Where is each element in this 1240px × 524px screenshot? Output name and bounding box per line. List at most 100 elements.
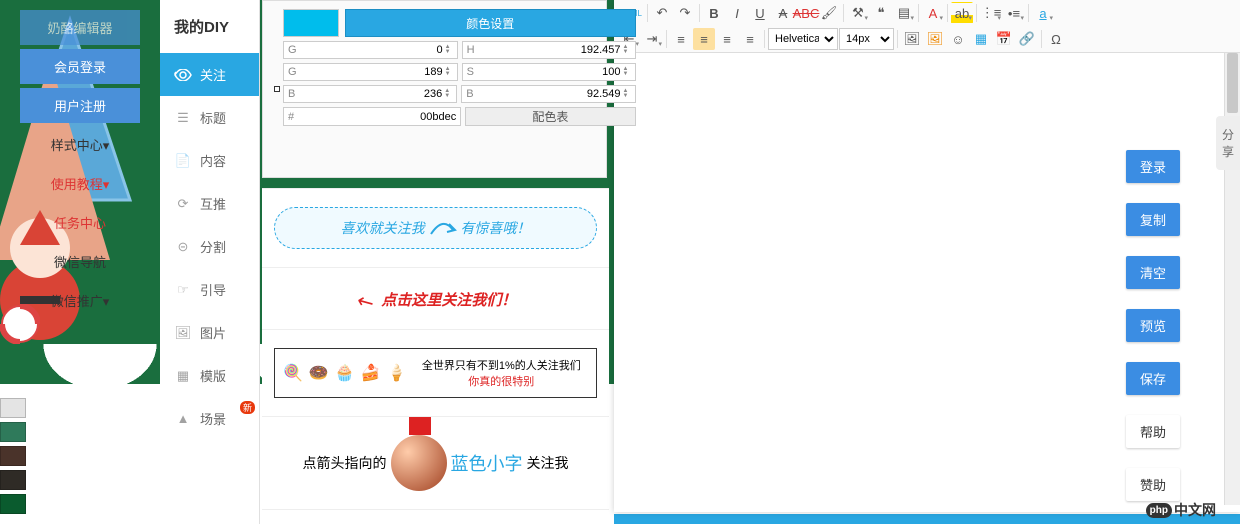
hex-field[interactable]: #	[283, 107, 461, 126]
arrow-curve-icon	[429, 220, 457, 238]
h-field[interactable]: H▲▼	[462, 41, 636, 59]
b-field[interactable]: B▲▼	[283, 85, 457, 103]
b2-field[interactable]: B▲▼	[461, 85, 635, 103]
theme-swatches	[0, 398, 30, 518]
strike2-button[interactable]: ABC	[795, 2, 817, 24]
diy-item-mutual[interactable]: ⟳ 互推	[160, 182, 259, 225]
bold-button[interactable]: B	[703, 2, 725, 24]
template-item-4[interactable]: 点箭头指向的 蓝色小字 关注我	[262, 417, 609, 510]
nav-tutorial[interactable]: 使用教程▾	[20, 166, 140, 201]
unordered-list-button[interactable]: •≡▾	[1003, 2, 1025, 24]
quote-button[interactable]: ❝	[870, 2, 892, 24]
insert-multi-image-button[interactable]: 🖼	[924, 28, 946, 50]
format-panel-button[interactable]: ▤▾	[893, 2, 915, 24]
diy-sidebar: 我的DIY 关注 ☰ 标题 📄 内容 ⟳ 互推 ⊝ 分割 ☞ 引导 🖼	[160, 0, 260, 524]
emoji-button[interactable]: ☺	[947, 28, 969, 50]
nav-wechat-nav[interactable]: 微信导航	[20, 244, 140, 279]
eye-icon	[174, 66, 192, 84]
preview-button[interactable]: 预览	[1126, 309, 1180, 342]
g-field[interactable]: G▲▼	[283, 41, 458, 59]
template-item-3[interactable]: 🍭🍩🧁🍰🍦 全世界只有不到1%的人关注我们 你真的很特别	[262, 330, 609, 417]
logo-badge: php	[1146, 503, 1172, 518]
template-icon: ▦	[174, 367, 192, 385]
nav-task-center[interactable]: 任务中心	[20, 205, 140, 240]
diy-item-title[interactable]: ☰ 标题	[160, 96, 259, 139]
special-char-button[interactable]: Ω	[1045, 28, 1067, 50]
diy-item-label: 标题	[200, 108, 226, 127]
italic-button[interactable]: I	[726, 2, 748, 24]
help-button[interactable]: 帮助	[1126, 415, 1180, 448]
template-item-1[interactable]: 喜欢就关注我 有惊喜哦！	[262, 189, 609, 268]
swatch-5[interactable]	[0, 494, 26, 514]
template-list[interactable]: 喜欢就关注我 有惊喜哦！ ↖ 点击这里关注我们！ 🍭🍩🧁🍰🍦 全世界只有不到1%…	[262, 188, 609, 524]
copy-button[interactable]: 复制	[1126, 203, 1180, 236]
link-style-button[interactable]: a▾	[1032, 2, 1054, 24]
diy-item-follow[interactable]: 关注	[160, 53, 259, 96]
g2-field[interactable]: G▲▼	[283, 63, 458, 81]
diy-item-label: 引导	[200, 280, 226, 299]
insert-video-button[interactable]: ▦	[970, 28, 992, 50]
color-picker-panel: 颜色设置 G▲▼ H▲▼ G▲▼ S▲▼ B▲▼ B▲▼ # 配色表	[262, 0, 607, 178]
strike-button[interactable]: A	[772, 2, 794, 24]
sponsor-button[interactable]: 赞助	[1126, 468, 1180, 501]
s-field[interactable]: S▲▼	[462, 63, 636, 81]
insert-image-button[interactable]: 🖼	[901, 28, 923, 50]
palette-button[interactable]: 配色表	[465, 107, 635, 126]
login-button[interactable]: 登录	[1126, 150, 1180, 183]
template-item-5[interactable]	[262, 510, 609, 524]
g2-input[interactable]	[301, 66, 443, 78]
indent-button[interactable]: ⇥▾	[641, 28, 663, 50]
site-logo[interactable]: php 中文网	[1146, 500, 1216, 520]
diy-item-label: 模版	[200, 366, 226, 385]
diy-item-image[interactable]: 🖼 图片	[160, 311, 259, 354]
nav-user-register[interactable]: 用户注册	[20, 88, 140, 123]
nav-member-login[interactable]: 会员登录	[20, 49, 140, 84]
undo-button[interactable]: ↶	[651, 2, 673, 24]
template-item-2[interactable]: ↖ 点击这里关注我们！	[262, 268, 609, 330]
format-button[interactable]: ⚒▾	[847, 2, 869, 24]
swatch-3[interactable]	[0, 446, 26, 466]
align-right-button[interactable]: ≡	[716, 28, 738, 50]
swatch-2[interactable]	[0, 422, 26, 442]
swatch-1[interactable]	[0, 398, 26, 418]
save-button[interactable]: 保存	[1126, 362, 1180, 395]
highlight-button[interactable]: ab▾	[951, 2, 973, 24]
clear-button[interactable]: 清空	[1126, 256, 1180, 289]
diy-item-template[interactable]: ▦ 模版	[160, 354, 259, 397]
format-brush-button[interactable]: 🖌	[818, 2, 840, 24]
insert-date-button[interactable]: 📅	[993, 28, 1015, 50]
diy-item-label: 内容	[200, 151, 226, 170]
h-input[interactable]	[479, 44, 621, 56]
color-settings-button[interactable]: 颜色设置	[345, 9, 636, 37]
arrow-icon: ↖	[352, 287, 379, 317]
diy-item-guide[interactable]: ☞ 引导	[160, 268, 259, 311]
diy-item-content[interactable]: 📄 内容	[160, 139, 259, 182]
b-input[interactable]	[299, 88, 442, 100]
redo-button[interactable]: ↷	[674, 2, 696, 24]
diy-item-scene[interactable]: ▲ 场景 新	[160, 397, 259, 440]
doodle-icons: 🍭🍩🧁🍰🍦	[283, 363, 407, 383]
font-size-select[interactable]: 14px	[839, 28, 894, 50]
font-family-select[interactable]: Helvetica Neue	[768, 28, 838, 50]
nav-wechat-promo[interactable]: 微信推广▾	[20, 283, 140, 318]
insert-link-button[interactable]: 🔗	[1016, 28, 1038, 50]
b2-input[interactable]	[478, 88, 621, 100]
color-preview	[283, 9, 339, 37]
underline-button[interactable]: U	[749, 2, 771, 24]
nav-style-center[interactable]: 样式中心▾	[20, 127, 140, 162]
diy-item-label: 分割	[200, 237, 226, 256]
g-input[interactable]	[301, 44, 443, 56]
font-color-button[interactable]: A▾	[922, 2, 944, 24]
align-justify-button[interactable]: ≡	[739, 28, 761, 50]
editor-toolbar: HTML ↶ ↷ B I U A ABC 🖌 ⚒▾ ❝ ▤▾ A▾ ab▾ ⋮≡…	[614, 0, 1240, 53]
hex-input[interactable]	[298, 111, 456, 123]
s-input[interactable]	[478, 66, 621, 78]
ordered-list-button[interactable]: ⋮≡▾	[980, 2, 1002, 24]
share-tab[interactable]: 分享	[1216, 116, 1240, 170]
swatch-4[interactable]	[0, 470, 26, 490]
align-center-button[interactable]: ≡	[693, 28, 715, 50]
align-left-button[interactable]: ≡	[670, 28, 692, 50]
diy-item-label: 场景	[200, 409, 226, 428]
share-icon: ⟳	[174, 195, 192, 213]
diy-item-divider[interactable]: ⊝ 分割	[160, 225, 259, 268]
